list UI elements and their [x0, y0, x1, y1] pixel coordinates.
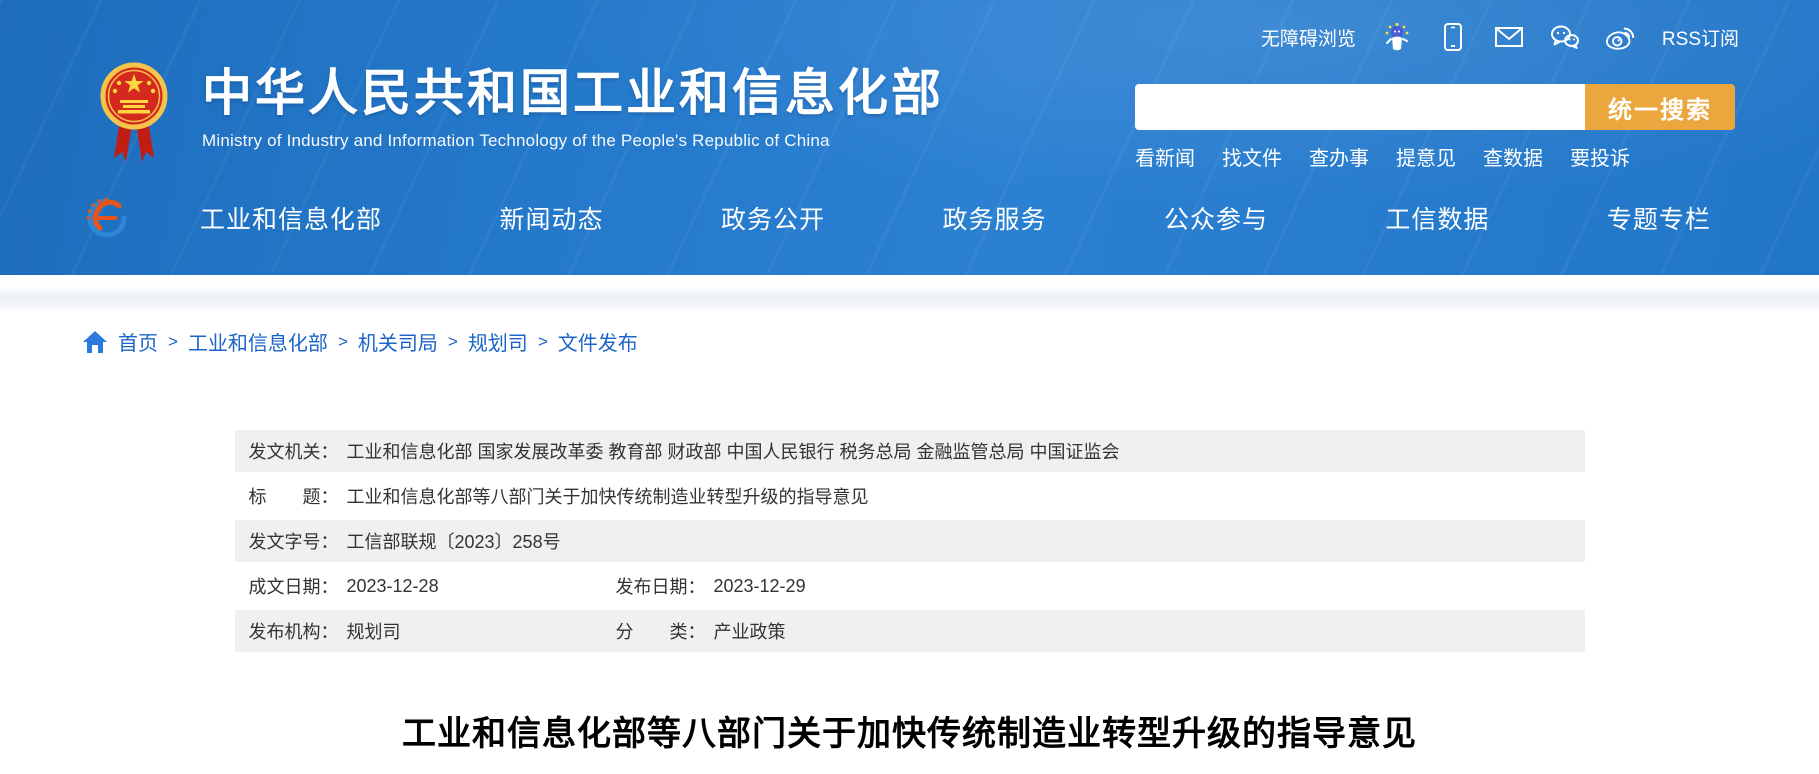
nav-item-ministry[interactable]: 工业和信息化部 [200, 200, 382, 236]
nav-item-data[interactable]: 工信数据 [1385, 200, 1489, 236]
nav-item-news[interactable]: 新闻动态 [499, 200, 603, 236]
accessibility-link[interactable]: 无障碍浏览 [1261, 24, 1356, 51]
search-button[interactable]: 统一搜索 [1585, 84, 1735, 130]
breadcrumb-planning-dept[interactable]: 规划司 [468, 327, 528, 356]
site-brand: 中华人民共和国工业和信息化部 Ministry of Industry and … [100, 58, 944, 174]
doc-row-title: 标 题： 工业和信息化部等八部门关于加快传统制造业转型升级的指导意见 [235, 475, 1585, 517]
quick-link-services[interactable]: 查办事 [1309, 142, 1369, 171]
nav-item-gov-service[interactable]: 政务服务 [942, 200, 1046, 236]
quick-link-suggest[interactable]: 提意见 [1396, 142, 1456, 171]
phone-icon[interactable] [1438, 22, 1468, 52]
site-title: 中华人民共和国工业和信息化部 [202, 66, 944, 121]
national-emblem-icon [100, 58, 168, 174]
breadcrumb-doc-release[interactable]: 文件发布 [558, 327, 638, 356]
search-input[interactable] [1135, 84, 1585, 130]
breadcrumb-home[interactable]: 首页 [118, 327, 158, 356]
breadcrumb-separator: > [448, 332, 458, 352]
quick-link-data[interactable]: 查数据 [1483, 142, 1543, 171]
quick-link-complaint[interactable]: 要投诉 [1570, 142, 1630, 171]
doc-row-publisher-category: 发布机构： 规划司 分 类： 产业政策 [235, 610, 1585, 652]
breadcrumb-departments[interactable]: 机关司局 [358, 327, 438, 356]
site-header: 无障碍浏览 [0, 0, 1819, 275]
breadcrumb-separator: > [538, 332, 548, 352]
header-shadow-band [0, 275, 1819, 311]
article-title: 工业和信息化部等八部门关于加快传统制造业转型升级的指导意见 [0, 706, 1819, 755]
breadcrumb-ministry[interactable]: 工业和信息化部 [188, 327, 328, 356]
weibo-icon[interactable] [1606, 22, 1636, 52]
utility-bar: 无障碍浏览 [1261, 22, 1739, 52]
site-subtitle-en: Ministry of Industry and Information Tec… [202, 131, 944, 151]
miit-e-logo-icon [86, 197, 128, 239]
doc-row-doc-number: 发文字号： 工信部联规〔2023〕258号 [235, 520, 1585, 562]
doc-row-issuing-agencies: 发文机关： 工业和信息化部 国家发展改革委 教育部 财政部 中国人民银行 税务总… [235, 430, 1585, 472]
wechat-icon[interactable] [1550, 22, 1580, 52]
document-info-table: 发文机关： 工业和信息化部 国家发展改革委 教育部 财政部 中国人民银行 税务总… [235, 430, 1585, 652]
quick-links: 看新闻 找文件 查办事 提意见 查数据 要投诉 [1135, 142, 1735, 171]
mascot-icon[interactable] [1382, 22, 1412, 52]
nav-item-topics[interactable]: 专题专栏 [1607, 200, 1711, 236]
main-nav: 工业和信息化部 新闻动态 政务公开 政务服务 公众参与 工信数据 专题专栏 [86, 192, 1711, 244]
breadcrumb: 首页 > 工业和信息化部 > 机关司局 > 规划司 > 文件发布 [82, 327, 1819, 356]
search-area: 统一搜索 看新闻 找文件 查办事 提意见 查数据 要投诉 [1135, 84, 1735, 171]
rss-link[interactable]: RSS订阅 [1662, 24, 1739, 51]
nav-item-participation[interactable]: 公众参与 [1164, 200, 1268, 236]
mail-icon[interactable] [1494, 22, 1524, 52]
home-icon[interactable] [82, 330, 108, 354]
breadcrumb-separator: > [338, 332, 348, 352]
quick-link-files[interactable]: 找文件 [1222, 142, 1282, 171]
nav-item-gov-info[interactable]: 政务公开 [721, 200, 825, 236]
doc-row-dates: 成文日期： 2023-12-28 发布日期： 2023-12-29 [235, 565, 1585, 607]
quick-link-news[interactable]: 看新闻 [1135, 142, 1195, 171]
breadcrumb-separator: > [168, 332, 178, 352]
